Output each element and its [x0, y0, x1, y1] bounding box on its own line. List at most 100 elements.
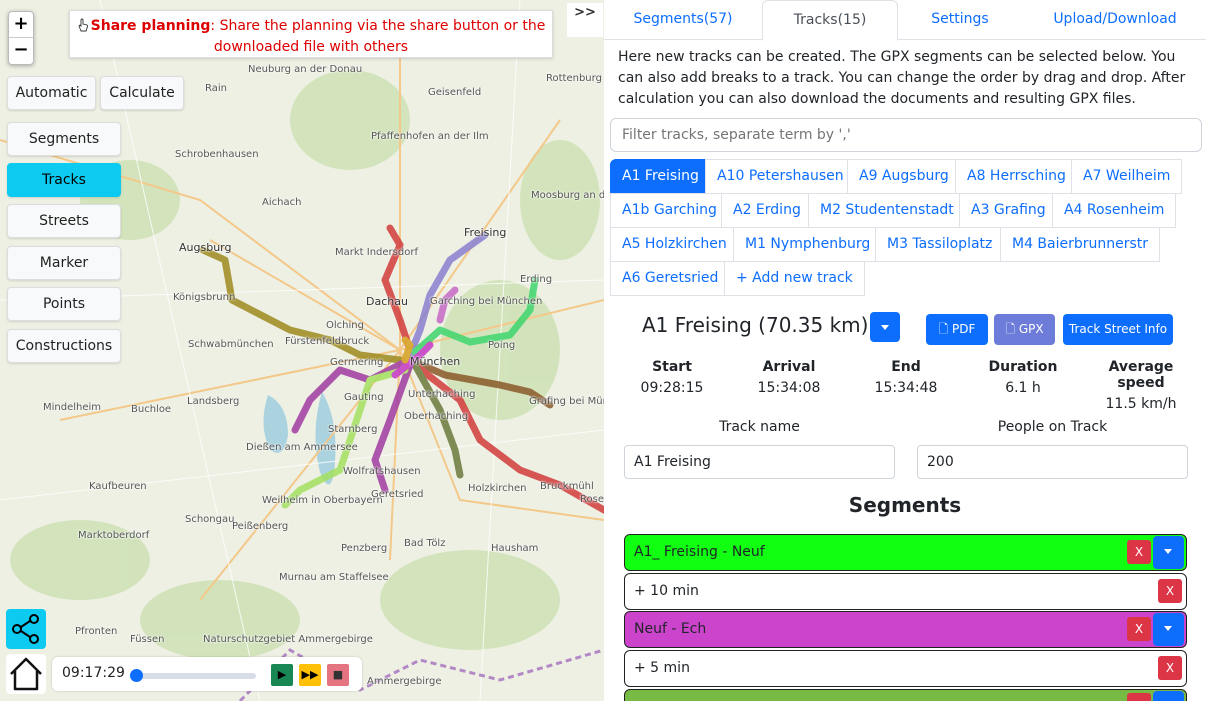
remove-segment-button[interactable]: X	[1158, 579, 1182, 603]
tab-bar: Segments(57) Tracks(15) Settings Upload/…	[604, 0, 1206, 41]
track-name-label: Track name	[719, 419, 800, 435]
stat-label: Average speed	[1108, 359, 1174, 391]
stat-label: Arrival	[762, 359, 816, 375]
track-options-dropdown[interactable]	[870, 312, 900, 342]
stat-value: 11.5 km/h	[1105, 396, 1177, 412]
selected-track-title: A1 Freising (70.35 km)	[642, 313, 869, 337]
add-new-track-button[interactable]: + Add new track	[724, 261, 865, 296]
stat-arrival: Arrival 15:34:08	[749, 359, 829, 396]
stat-start: Start 09:28:15	[632, 359, 712, 396]
track-chip[interactable]: A9 Augsburg	[847, 159, 961, 194]
stop-icon: ■	[332, 668, 344, 681]
segment-label: + 5 min	[634, 660, 690, 676]
map-view[interactable]: Neuburg an der Donau Geisenfeld Rottenbu…	[0, 0, 604, 701]
segment-dropdown[interactable]	[1153, 691, 1184, 701]
tab-upload-download[interactable]: Upload/Download	[1044, 0, 1186, 40]
stop-button[interactable]: ■	[327, 664, 349, 686]
remove-segment-button[interactable]: X	[1127, 617, 1151, 641]
stat-end: End 15:34:48	[866, 359, 946, 396]
segments-layer-button[interactable]: Segments	[7, 122, 121, 156]
track-chip[interactable]: A1 Freising	[610, 159, 711, 194]
stat-value: 6.1 h	[1005, 380, 1041, 396]
share-button[interactable]	[6, 609, 46, 649]
points-layer-button[interactable]: Points	[7, 287, 121, 321]
track-name-input[interactable]: A1 Freising	[624, 445, 895, 479]
segment-label: Neuf - Ech	[634, 621, 707, 637]
remove-segment-button[interactable]	[1127, 693, 1151, 701]
segment-label: + 10 min	[634, 583, 699, 599]
remove-segment-button[interactable]: X	[1158, 656, 1182, 680]
playback-control: 09:17:29 ▶ ▶▶ ■	[52, 657, 362, 691]
segment-item[interactable]: Neuf - Ech X	[624, 611, 1187, 648]
zoom-control: + −	[8, 11, 34, 65]
automatic-button[interactable]: Automatic	[7, 76, 96, 110]
track-chip[interactable]: M1 Nymphenburg	[733, 227, 883, 262]
segment-break-item[interactable]: + 10 min X	[624, 573, 1187, 610]
segment-item[interactable]: A1_ Freising - Neuf X	[624, 534, 1187, 571]
file-icon: 🗋	[938, 322, 949, 336]
marker-layer-button[interactable]: Marker	[7, 246, 121, 280]
segment-break-item[interactable]: + 5 min X	[624, 650, 1187, 687]
track-chip[interactable]: A7 Weilheim	[1071, 159, 1183, 194]
remove-segment-button[interactable]: X	[1127, 540, 1151, 564]
stat-value: 15:34:48	[874, 380, 938, 396]
expand-panel-button[interactable]: >>	[567, 3, 603, 37]
gpx-label: GPX	[1018, 322, 1044, 336]
track-street-info-button[interactable]: Track Street Info	[1063, 314, 1173, 345]
zoom-out-button[interactable]: −	[9, 38, 33, 64]
playback-time: 09:17:29	[62, 665, 125, 681]
tab-segments[interactable]: Segments(57)	[618, 0, 748, 40]
pointer-hand-icon	[78, 18, 88, 32]
zoom-in-button[interactable]: +	[9, 12, 33, 38]
constructions-layer-button[interactable]: Constructions	[7, 329, 121, 363]
track-chip[interactable]: A2 Erding	[721, 193, 813, 228]
stat-label: Duration	[988, 359, 1058, 375]
right-panel: Segments(57) Tracks(15) Settings Upload/…	[604, 0, 1206, 701]
track-chip[interactable]: A8 Herrsching	[955, 159, 1078, 194]
segment-item[interactable]	[624, 689, 1187, 701]
play-button[interactable]: ▶	[271, 664, 293, 686]
track-chip[interactable]: A4 Rosenheim	[1052, 193, 1177, 228]
stat-value: 09:28:15	[640, 380, 704, 396]
segment-label: A1_ Freising - Neuf	[634, 544, 765, 560]
track-chip[interactable]: A6 Geretsried	[610, 261, 731, 296]
pdf-label: PDF	[952, 322, 976, 336]
fast-forward-icon: ▶▶	[301, 668, 319, 681]
tab-tracks[interactable]: Tracks(15)	[762, 0, 898, 41]
calculate-button[interactable]: Calculate	[100, 76, 184, 110]
streets-layer-button[interactable]: Streets	[7, 204, 121, 238]
people-on-track-label: People on Track	[997, 419, 1108, 435]
playback-slider[interactable]	[136, 673, 256, 679]
track-chip[interactable]: A1b Garching	[610, 193, 729, 228]
fast-forward-button[interactable]: ▶▶	[299, 664, 321, 686]
home-button[interactable]	[6, 654, 46, 694]
stat-duration: Duration 6.1 h	[983, 359, 1063, 396]
tracks-layer-button[interactable]: Tracks	[7, 163, 121, 197]
banner-title: Share planning	[90, 18, 211, 34]
stat-average-speed: Average speed 11.5 km/h	[1086, 359, 1196, 412]
tab-settings[interactable]: Settings	[912, 0, 1008, 40]
banner-text: : Share the planning via the share butto…	[210, 18, 546, 55]
segments-heading: Segments	[848, 493, 962, 517]
track-chip[interactable]: M2 Studentenstadt	[808, 193, 966, 228]
track-chip[interactable]: M4 Baierbrunnerstr	[1000, 227, 1161, 262]
track-chip[interactable]: A5 Holzkirchen	[610, 227, 739, 262]
people-on-track-input[interactable]: 200	[917, 445, 1188, 479]
home-icon	[10, 657, 42, 691]
play-icon: ▶	[277, 668, 287, 681]
share-planning-banner: Share planning: Share the planning via t…	[69, 10, 553, 58]
download-gpx-button[interactable]: 🗋 GPX	[994, 314, 1055, 345]
stat-label: Start	[652, 359, 692, 375]
filter-tracks-input[interactable]	[610, 118, 1202, 152]
track-chip[interactable]: M3 Tassiloplatz	[875, 227, 1005, 262]
segment-dropdown[interactable]	[1153, 613, 1184, 646]
track-chip[interactable]: A3 Grafing	[959, 193, 1058, 228]
stat-value: 15:34:08	[757, 380, 821, 396]
tracks-intro-text: Here new tracks can be created. The GPX …	[618, 49, 1186, 107]
download-pdf-button[interactable]: 🗋 PDF	[926, 314, 988, 345]
segment-dropdown[interactable]	[1153, 536, 1184, 569]
playback-slider-knob[interactable]	[130, 669, 143, 682]
track-chip[interactable]: A10 Petershausen	[705, 159, 856, 194]
stat-label: End	[891, 359, 921, 375]
file-icon: 🗋	[1005, 322, 1016, 336]
